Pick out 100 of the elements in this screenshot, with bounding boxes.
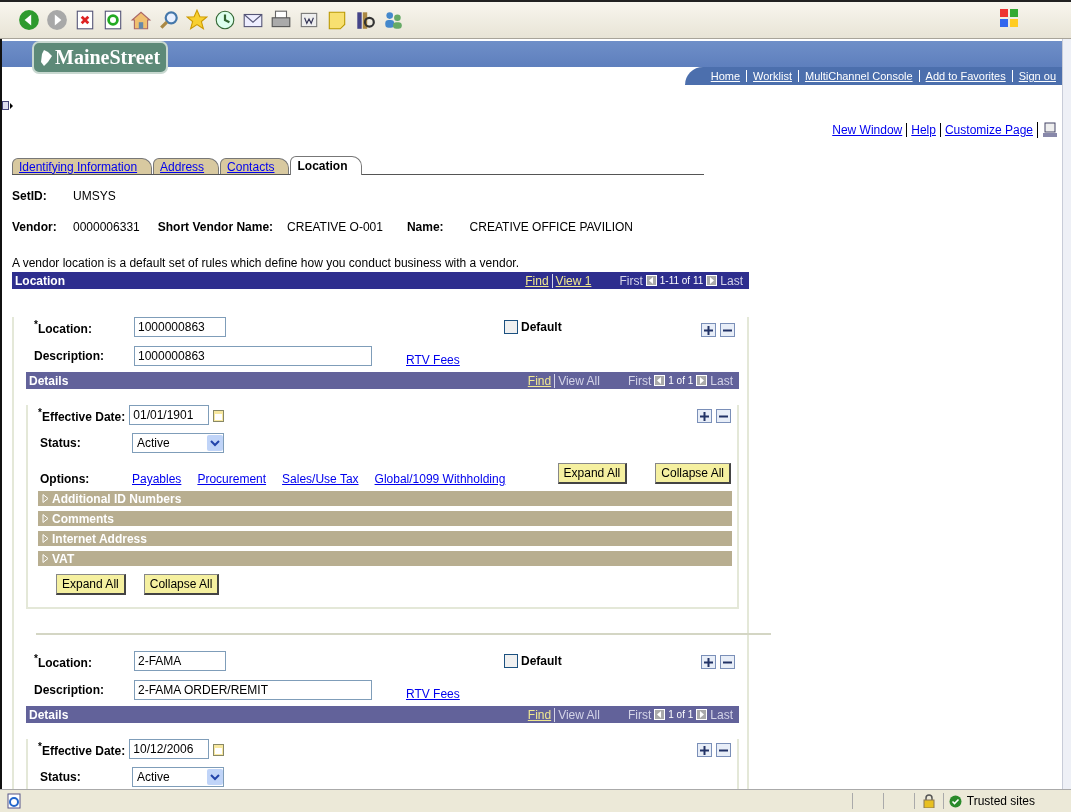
- nav-link[interactable]: Home: [704, 70, 747, 82]
- option-link[interactable]: Sales/Use Tax: [282, 472, 359, 486]
- expand-all-button[interactable]: Expand All: [557, 463, 628, 484]
- previous-icon[interactable]: [654, 709, 666, 720]
- home-icon[interactable]: [130, 9, 152, 31]
- last-text: Last: [720, 273, 743, 288]
- next-icon[interactable]: [696, 375, 708, 386]
- first-text: First: [619, 273, 643, 288]
- add-row-button[interactable]: [697, 409, 712, 423]
- state-outline-icon: [40, 49, 52, 66]
- collapse-all-button[interactable]: Collapse All: [143, 574, 220, 595]
- plus-icon: [704, 325, 713, 335]
- next-icon[interactable]: [706, 275, 718, 286]
- refresh-page-icon[interactable]: [102, 9, 124, 31]
- status-dropdown[interactable]: Active: [132, 767, 224, 787]
- field-label: $^{*}$Location:: [34, 652, 93, 670]
- previous-icon[interactable]: [645, 275, 657, 286]
- default-checkbox[interactable]: [504, 654, 518, 668]
- description-field[interactable]: 2-FAMA ORDER/REMIT: [134, 680, 372, 700]
- delete-row-button[interactable]: [720, 323, 735, 337]
- page-tab[interactable]: Address: [153, 158, 220, 174]
- search-icon[interactable]: [158, 9, 180, 31]
- effective-date-field[interactable]: 10/12/2006: [129, 739, 210, 759]
- find-link[interactable]: Find: [527, 373, 552, 388]
- first-text: First: [627, 373, 652, 388]
- expand-all-button[interactable]: Expand All: [56, 574, 126, 595]
- add-row-button[interactable]: [701, 655, 716, 669]
- page-link[interactable]: Help: [906, 123, 940, 137]
- effective-date-field[interactable]: 01/01/1901: [129, 405, 210, 425]
- option-link[interactable]: Payables: [132, 472, 182, 486]
- field-label: $^{*}$Location:: [34, 318, 93, 336]
- view-all-link[interactable]: View All: [554, 707, 600, 722]
- nav-link[interactable]: Add to Favorites: [918, 70, 1012, 82]
- description-field[interactable]: 1000000863: [134, 346, 372, 366]
- padlock-icon: [922, 794, 935, 808]
- rtv-fees-link[interactable]: RTV Fees: [406, 353, 460, 367]
- plus-icon: [700, 411, 709, 421]
- find-link[interactable]: Find: [525, 273, 549, 288]
- field-label: Name:: [406, 220, 444, 234]
- option-link[interactable]: Global/1099 Withholding: [374, 472, 506, 486]
- page-link[interactable]: Customize Page: [939, 123, 1037, 137]
- vendor-name-value: CREATIVE OFFICE PAVILION: [469, 220, 633, 234]
- row-count-text: 1-11 of 11: [659, 275, 704, 286]
- http-page-icon[interactable]: [1037, 122, 1058, 138]
- add-row-button[interactable]: [697, 743, 712, 757]
- calendar-icon[interactable]: [213, 742, 225, 756]
- people-icon[interactable]: [382, 9, 404, 31]
- view-all-link[interactable]: View All: [554, 373, 600, 388]
- collapse-all-button[interactable]: Collapse All: [655, 463, 731, 484]
- checkbox-label: Default: [521, 320, 562, 334]
- page-tab[interactable]: Contacts: [220, 158, 290, 174]
- intro-text: A vendor location is a default set of rules which define how you conduct business with a vendor.: [12, 256, 520, 270]
- field-label: $^{*}$Effective Date:: [38, 406, 126, 424]
- collapsed-triangle-icon: [42, 494, 49, 503]
- section-title: Internet Address: [52, 531, 147, 546]
- delete-row-button[interactable]: [716, 409, 731, 423]
- field-label: Vendor:: [12, 220, 58, 234]
- next-icon[interactable]: [696, 709, 708, 720]
- menu-toggle-icon[interactable]: [2, 101, 14, 111]
- row-count-text: 1 of 1: [668, 375, 694, 386]
- history-clock-icon[interactable]: [214, 9, 236, 31]
- delete-row-button[interactable]: [720, 655, 735, 669]
- find-link[interactable]: Find: [527, 707, 552, 722]
- section-title: Additional ID Numbers: [52, 491, 182, 506]
- last-text: Last: [710, 373, 733, 388]
- field-label: Status:: [40, 770, 82, 784]
- logo-text: MaineStreet: [55, 46, 161, 69]
- check-circle-icon: [948, 794, 962, 808]
- page-tab[interactable]: Location: [290, 156, 363, 175]
- nav-link[interactable]: Worklist: [746, 70, 798, 82]
- view-link[interactable]: View 1: [551, 273, 592, 288]
- section-title: VAT: [52, 551, 75, 566]
- option-link[interactable]: Procurement: [197, 472, 267, 486]
- vendor-id-value: 0000006331: [73, 220, 140, 234]
- stop-page-icon[interactable]: [74, 9, 96, 31]
- star-icon[interactable]: [186, 9, 208, 31]
- plus-icon: [700, 745, 709, 755]
- field-label: Description:: [34, 349, 105, 363]
- windows-flag-icon: [999, 8, 1019, 28]
- plus-icon: [704, 657, 713, 667]
- delete-row-button[interactable]: [716, 743, 731, 757]
- location-field[interactable]: 1000000863: [134, 317, 226, 337]
- page-tab[interactable]: Identifying Information: [12, 158, 153, 174]
- rtv-fees-link[interactable]: RTV Fees: [406, 687, 460, 701]
- page-link[interactable]: New Window: [828, 123, 907, 137]
- section-title: Comments: [52, 511, 114, 526]
- nav-link[interactable]: MultiChannel Console: [797, 70, 919, 82]
- default-checkbox[interactable]: [504, 320, 518, 334]
- previous-icon[interactable]: [654, 375, 666, 386]
- grid-title: Details: [29, 373, 70, 388]
- collapsed-triangle-icon: [42, 534, 49, 543]
- short-name-value: CREATIVE O-001: [287, 220, 383, 234]
- books-icon[interactable]: [354, 9, 376, 31]
- location-field[interactable]: 2-FAMA: [134, 651, 226, 671]
- setid-value: UMSYS: [73, 189, 116, 203]
- site-logo[interactable]: MaineStreet: [32, 41, 169, 74]
- add-row-button[interactable]: [701, 323, 716, 337]
- grid-title: Details: [29, 707, 70, 722]
- status-dropdown[interactable]: Active: [132, 433, 224, 453]
- calendar-icon[interactable]: [213, 408, 225, 422]
